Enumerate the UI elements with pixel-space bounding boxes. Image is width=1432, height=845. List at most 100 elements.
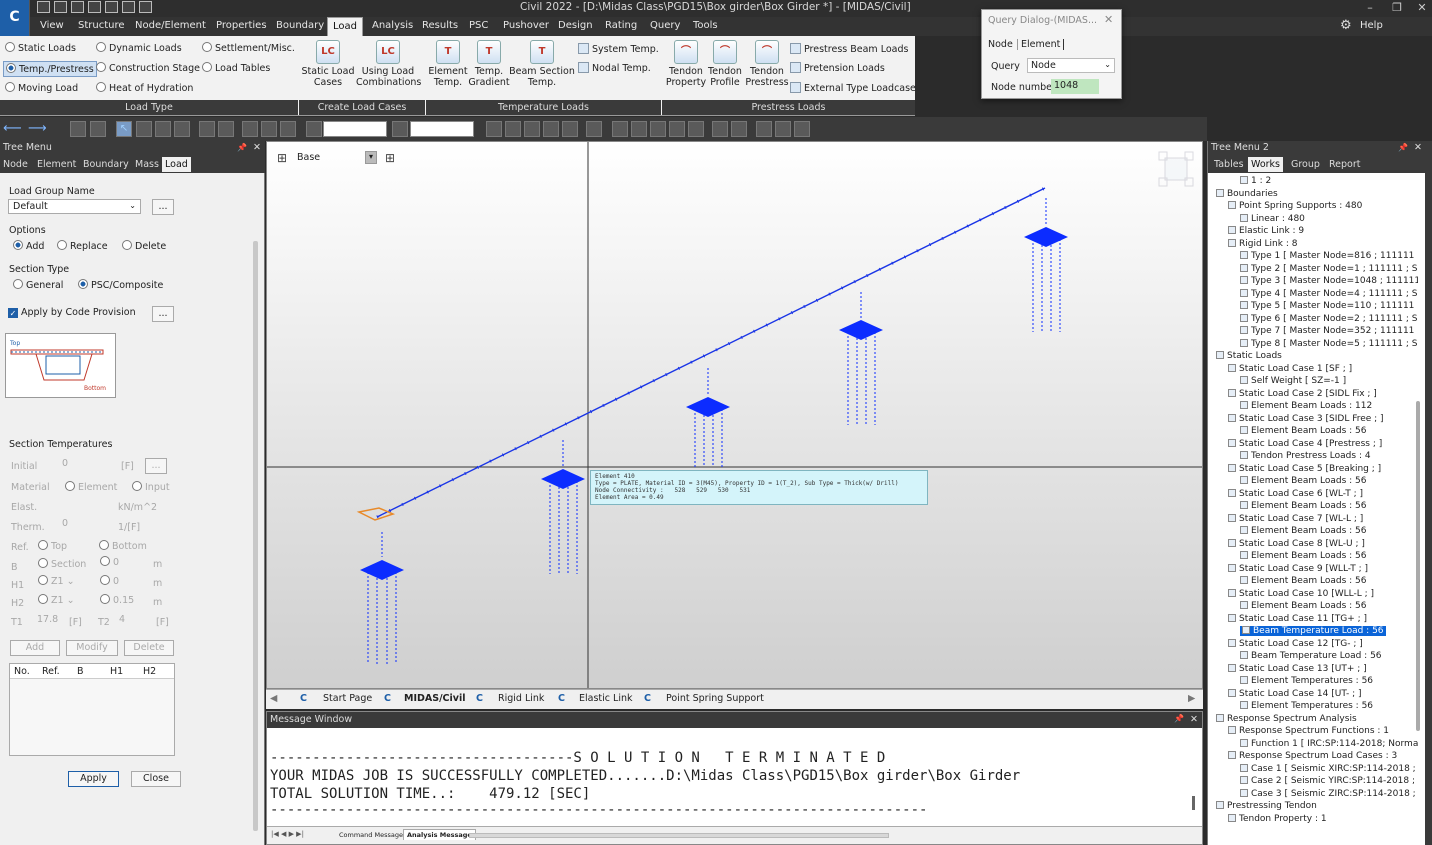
- filter-icon[interactable]: [242, 121, 258, 137]
- message-scrollbar[interactable]: [1192, 796, 1195, 810]
- tree-node[interactable]: Static Load Case 10 [WLL-L ; ]: [1228, 588, 1374, 599]
- settlement-misc-button[interactable]: Settlement/Misc.: [202, 42, 295, 54]
- tree-leaf-node[interactable]: Element Beam Loads : 112: [1240, 401, 1372, 411]
- frame-icon[interactable]: [612, 121, 628, 137]
- minimize-button[interactable]: –: [1363, 1, 1377, 15]
- left-panel-scrollbar[interactable]: [253, 241, 258, 831]
- render-icon[interactable]: [669, 121, 685, 137]
- activate-icon[interactable]: [280, 121, 296, 137]
- pin-icon[interactable]: 📌: [1398, 141, 1408, 155]
- tree-leaf-node[interactable]: Type 4 [ Master Node=4 ; 111111 ; Sla: [1240, 288, 1418, 299]
- element-number-icon[interactable]: [731, 121, 747, 137]
- tree2-close-icon[interactable]: ✕: [1414, 141, 1422, 155]
- load-group-select[interactable]: Default ⌄: [8, 199, 141, 214]
- tendon-prestress-button[interactable]: ⌒ Tendon Prestress: [744, 40, 790, 88]
- save-as-icon[interactable]: [105, 1, 118, 13]
- node-number-icon[interactable]: [712, 121, 728, 137]
- material-element-radio[interactable]: Element: [65, 481, 117, 493]
- tab-command-message[interactable]: Command Message: [339, 831, 403, 839]
- display-icon[interactable]: [586, 121, 602, 137]
- tree-leaf-node[interactable]: 1 : 2: [1240, 176, 1271, 186]
- menu-psc[interactable]: PSC: [469, 20, 488, 31]
- zoom-in-icon[interactable]: [218, 121, 234, 137]
- close-button[interactable]: Close: [131, 771, 181, 787]
- unlock-icon[interactable]: [794, 121, 810, 137]
- tree-leaf-node[interactable]: Type 2 [ Master Node=1 ; 111111 ; Sla: [1240, 263, 1418, 274]
- cursor-icon[interactable]: [306, 121, 322, 137]
- tab-mass[interactable]: Mass: [132, 157, 162, 172]
- model-viewport[interactable]: ⊞ Base ▾ ⊞: [266, 141, 1203, 689]
- tree-node[interactable]: Point Spring Supports : 480: [1228, 201, 1362, 211]
- tab-group[interactable]: Group: [1288, 157, 1323, 172]
- modify-temp-button[interactable]: Modify: [66, 640, 118, 656]
- tab-start-page[interactable]: Start Page: [323, 693, 372, 704]
- query-type-select[interactable]: Node ⌄: [1027, 58, 1115, 73]
- tab-analysis-message[interactable]: Analysis Message: [403, 829, 476, 840]
- tree-leaf-node[interactable]: Element Beam Loads : 56: [1240, 601, 1366, 611]
- tree-group-node[interactable]: Response Spectrum Analysis: [1216, 713, 1357, 724]
- menu-properties[interactable]: Properties: [216, 20, 267, 31]
- pointer-icon[interactable]: ↖: [116, 121, 132, 137]
- tree-leaf-node[interactable]: Type 6 [ Master Node=2 ; 111111 ; Sla: [1240, 313, 1418, 324]
- view-front-icon[interactable]: [486, 121, 502, 137]
- pretension-loads-button[interactable]: Pretension Loads: [790, 62, 885, 74]
- tree-leaf-node[interactable]: Element Beam Loads : 56: [1240, 501, 1366, 511]
- rotate-icon[interactable]: [174, 121, 190, 137]
- temp-prestress-button[interactable]: Temp./Prestress: [3, 61, 97, 77]
- nodal-temp-button[interactable]: Nodal Temp.: [578, 62, 651, 74]
- tree-leaf-node[interactable]: Type 3 [ Master Node=1048 ; 111111 ;: [1240, 276, 1418, 286]
- h1-z1-select[interactable]: Z1 ⌄: [38, 575, 75, 587]
- material-input-radio[interactable]: Input: [132, 481, 170, 493]
- tree-leaf-node[interactable]: Type 7 [ Master Node=352 ; 111111 ; S: [1240, 326, 1418, 336]
- view-side-icon[interactable]: [524, 121, 540, 137]
- tab-point-spring-support[interactable]: Point Spring Support: [666, 693, 764, 704]
- tree-leaf-node[interactable]: Case 2 [ Seismic YIRC:SP:114-2018 ;: [1240, 776, 1415, 786]
- view-left-icon[interactable]: [562, 121, 578, 137]
- load-tables-button[interactable]: Load Tables: [202, 62, 270, 74]
- ref-bottom-radio[interactable]: Bottom: [99, 540, 147, 552]
- tree-leaf-node[interactable]: Case 1 [ Seismic XIRC:SP:114-2018 ;: [1240, 763, 1416, 774]
- tree-leaf-node[interactable]: Case 3 [ Seismic ZIRC:SP:114-2018 ;: [1240, 788, 1416, 799]
- prestress-beam-loads-button[interactable]: Prestress Beam Loads: [790, 43, 908, 55]
- lock-icon[interactable]: [775, 121, 791, 137]
- t1-input[interactable]: 17.8: [37, 614, 58, 625]
- tendon-property-button[interactable]: ⌒ Tendon Property: [663, 40, 709, 88]
- menu-pushover[interactable]: Pushover: [503, 20, 549, 31]
- select-icon[interactable]: [70, 121, 86, 137]
- tab-tables[interactable]: Tables: [1211, 157, 1247, 172]
- shrink-icon[interactable]: [631, 121, 647, 137]
- tree-node[interactable]: Static Load Case 12 [TG- ; ]: [1228, 638, 1363, 649]
- using-load-combinations-button[interactable]: LC Using Load Combinations: [356, 40, 421, 88]
- menu-boundary[interactable]: Boundary: [276, 20, 324, 31]
- tree-node[interactable]: Static Load Case 6 [WL-T ; ]: [1228, 488, 1363, 499]
- message-tabs-nav-icon[interactable]: |◀ ◀ ▶ ▶|: [271, 830, 304, 838]
- tree-node[interactable]: Static Load Case 9 [WLL-T ; ]: [1228, 563, 1368, 574]
- tree-leaf-node[interactable]: Type 1 [ Master Node=816 ; 111111 ; S: [1240, 251, 1418, 261]
- tree-leaf-node[interactable]: Element Beam Loads : 56: [1240, 476, 1366, 486]
- close-window-button[interactable]: ✕: [1415, 1, 1429, 15]
- restore-button[interactable]: ❐: [1390, 1, 1404, 15]
- panel-close-icon[interactable]: ✕: [253, 141, 261, 155]
- tab-works[interactable]: Works: [1248, 157, 1284, 172]
- b-value-radio[interactable]: 0: [100, 556, 119, 568]
- h2-value-radio[interactable]: 0.15: [100, 594, 134, 606]
- initial-more-button[interactable]: ...: [145, 458, 167, 474]
- tree-node[interactable]: Static Load Case 3 [SIDL Free ; ]: [1228, 413, 1384, 424]
- beam-section-temp-button[interactable]: T Beam Section Temp.: [509, 40, 575, 88]
- construction-stage-button[interactable]: Construction Stage: [96, 62, 200, 74]
- h1-value-radio[interactable]: 0: [100, 575, 119, 587]
- tree-group-node[interactable]: Boundaries: [1216, 188, 1278, 199]
- delete-temp-button[interactable]: Delete: [124, 640, 174, 656]
- tab-load[interactable]: Load: [162, 157, 191, 172]
- hidden-icon[interactable]: [650, 121, 666, 137]
- t2-input[interactable]: 4: [119, 614, 125, 625]
- option-delete[interactable]: Delete: [122, 240, 166, 252]
- moving-load-button[interactable]: Moving Load: [5, 82, 78, 94]
- tab-rigid-link[interactable]: Rigid Link: [498, 693, 544, 704]
- message-hscroll[interactable]: [469, 833, 889, 838]
- b-section-radio[interactable]: Section: [38, 558, 86, 570]
- tabs-scroll-left-icon[interactable]: ◀: [270, 693, 277, 704]
- tree-leaf-node[interactable]: Element Beam Loads : 56: [1240, 426, 1366, 436]
- print-icon[interactable]: [122, 1, 135, 13]
- ref-top-radio[interactable]: Top: [38, 540, 67, 552]
